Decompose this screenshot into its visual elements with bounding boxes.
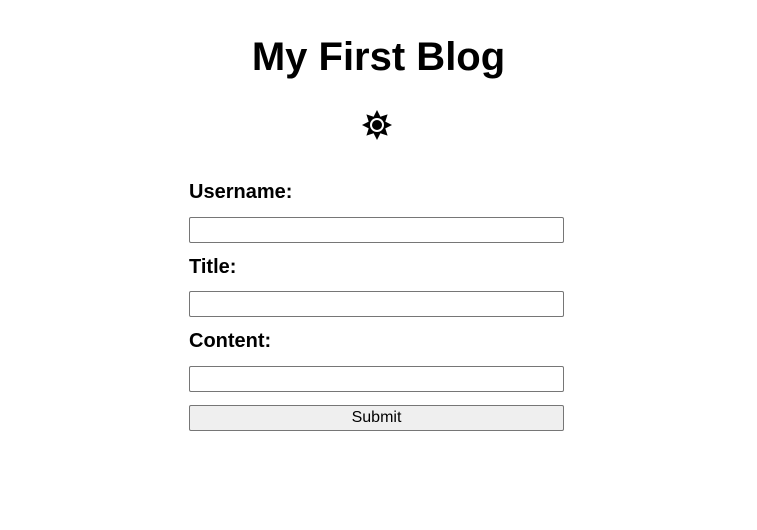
content-input[interactable] xyxy=(189,366,564,392)
page: My First Blog Username: Title: Content: … xyxy=(0,0,757,530)
username-input[interactable] xyxy=(189,217,564,243)
username-label: Username: xyxy=(189,181,293,203)
content-label: Content: xyxy=(189,330,272,352)
title-label: Title: xyxy=(189,256,237,278)
title-input[interactable] xyxy=(189,291,564,317)
sun-icon xyxy=(361,109,393,141)
page-title: My First Blog xyxy=(251,35,506,79)
theme-toggle-button[interactable] xyxy=(361,109,393,141)
submit-button[interactable]: Submit xyxy=(189,405,564,431)
